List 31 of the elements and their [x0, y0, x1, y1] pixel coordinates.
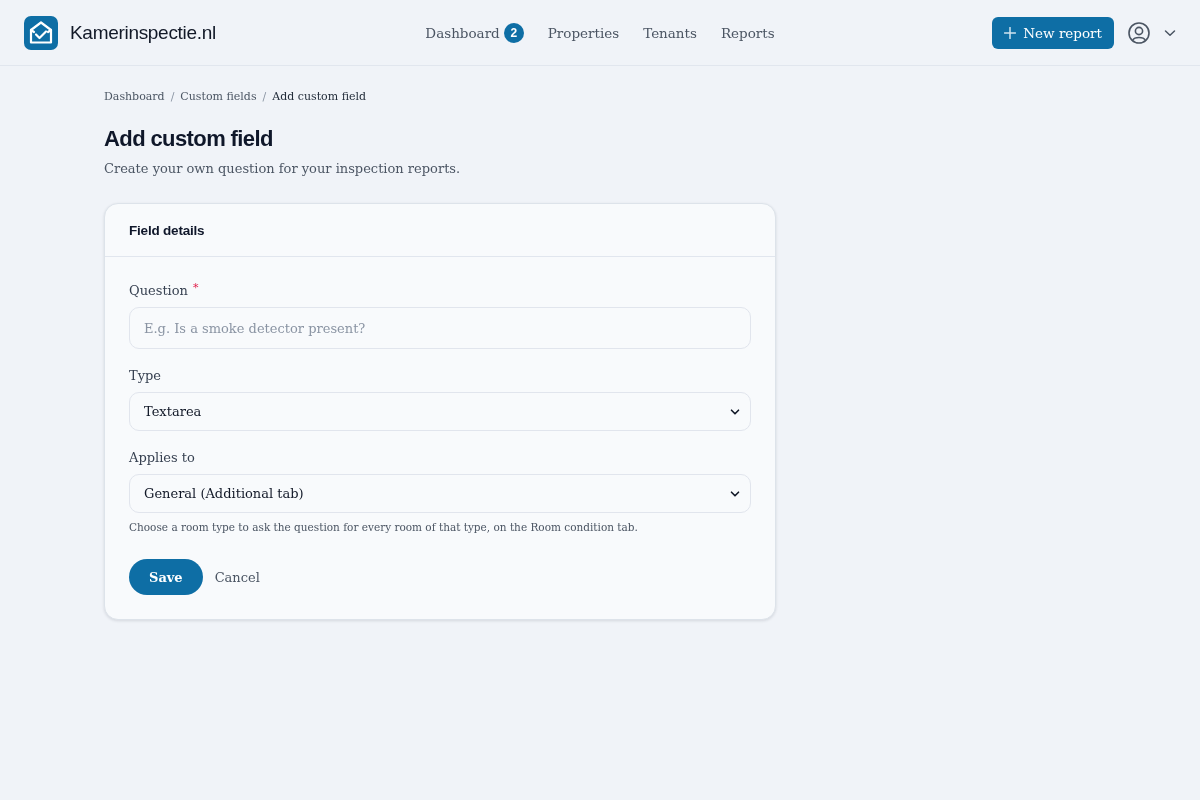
field-label: Question [129, 282, 188, 300]
breadcrumb-link[interactable]: Dashboard [104, 90, 165, 103]
breadcrumb-separator: / [262, 90, 267, 103]
chevron-down-icon [730, 406, 740, 417]
nav-link[interactable]: Dashboard 2 [425, 22, 524, 43]
plus-icon [1004, 26, 1017, 39]
breadcrumb-current-page: Add custom field [272, 90, 367, 103]
card-title: Field details [129, 222, 205, 238]
house-check-icon[interactable] [24, 15, 58, 50]
select-dropdown[interactable]: Textarea [129, 392, 751, 431]
breadcrumb-separator: / [170, 90, 175, 103]
question-input[interactable]: E.g. Is a smoke detector present? [129, 307, 751, 349]
nav-link[interactable]: Properties [547, 24, 620, 41]
required-asterisk: * [193, 281, 199, 295]
select-dropdown[interactable]: General (Additional tab) [129, 474, 751, 513]
count-badge: 2 [503, 22, 524, 43]
nav-label: Dashboard [425, 24, 500, 41]
page-subtitle: Create your own question for your inspection reports. [104, 160, 461, 178]
page-title: Add custom field [104, 125, 273, 153]
nav-link[interactable]: Tenants [643, 24, 697, 41]
help-text: Choose a room type to ask the question for every room of that type, on the Room condition tab. [129, 520, 638, 535]
brand-name[interactable]: Kamerinspectie.nl [70, 21, 216, 44]
nav-link[interactable]: Reports [720, 24, 775, 41]
save-button[interactable]: Save [129, 559, 203, 595]
new-report-button[interactable]: New report [992, 16, 1114, 49]
field-label: Applies to [129, 449, 195, 467]
user-circle-icon[interactable] [1128, 21, 1150, 44]
breadcrumb-link[interactable]: Custom fields [180, 90, 257, 103]
chevron-down-icon [730, 488, 740, 499]
cancel-button[interactable]: Cancel [214, 569, 260, 585]
field-label: Type [129, 367, 162, 385]
